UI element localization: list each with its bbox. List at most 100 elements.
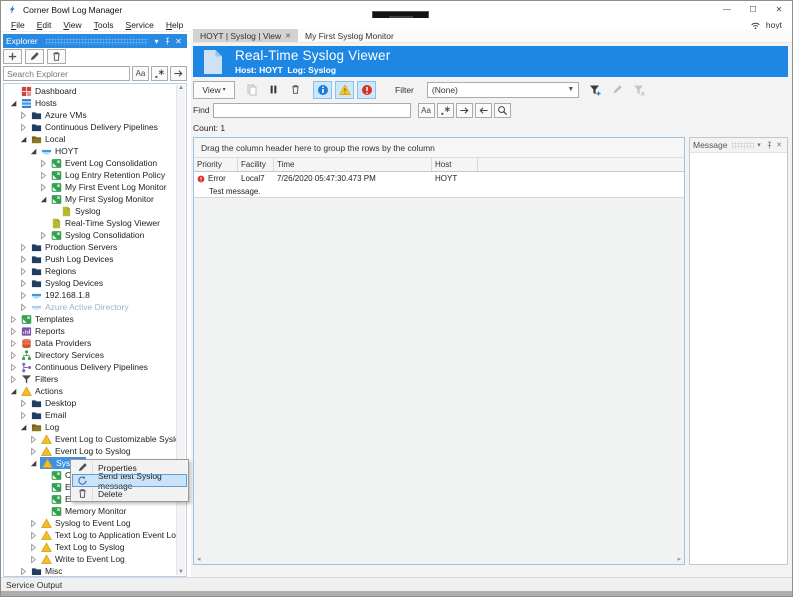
expand-arrow-icon[interactable] bbox=[19, 291, 28, 300]
search-input[interactable] bbox=[3, 66, 130, 81]
match-case-button[interactable]: Aa bbox=[418, 103, 435, 118]
tree-item[interactable]: Production Servers bbox=[5, 241, 176, 253]
expand-arrow-icon[interactable] bbox=[29, 531, 38, 540]
tree-item[interactable]: Write to Event Log bbox=[5, 553, 176, 565]
expand-arrow-icon[interactable] bbox=[9, 375, 18, 384]
expand-arrow-icon[interactable] bbox=[9, 315, 18, 324]
expand-arrow-icon[interactable] bbox=[29, 519, 38, 528]
pin-icon[interactable] bbox=[162, 36, 173, 47]
tree-item[interactable]: Data Providers bbox=[5, 337, 176, 349]
close-panel-icon[interactable]: ✕ bbox=[774, 140, 784, 151]
expand-arrow-icon[interactable] bbox=[39, 159, 48, 168]
add-filter-button[interactable] bbox=[586, 81, 605, 99]
tree-item[interactable]: Event Log to Syslog bbox=[5, 445, 176, 457]
match-case-button[interactable]: Aa bbox=[132, 66, 149, 81]
column-header-priority[interactable]: Priority bbox=[194, 158, 238, 171]
tree-item[interactable]: Syslog to Event Log bbox=[5, 517, 176, 529]
expand-arrow-icon[interactable] bbox=[29, 555, 38, 564]
regex-button[interactable] bbox=[151, 66, 168, 81]
delete-button[interactable] bbox=[47, 49, 66, 64]
collapse-arrow-icon[interactable] bbox=[29, 147, 38, 156]
tree-item[interactable]: Regions bbox=[5, 265, 176, 277]
tree-item[interactable]: Misc bbox=[5, 565, 176, 575]
edit-button[interactable] bbox=[25, 49, 44, 64]
expand-arrow-icon[interactable] bbox=[39, 171, 48, 180]
tree-item[interactable]: Directory Services bbox=[5, 349, 176, 361]
tree-item[interactable]: Email bbox=[5, 409, 176, 421]
context-menu-item[interactable]: Send test Syslog message bbox=[72, 474, 187, 487]
regex-button[interactable] bbox=[437, 103, 454, 118]
collapse-arrow-icon[interactable] bbox=[9, 387, 18, 396]
log-row-message[interactable]: Test message. bbox=[194, 185, 684, 198]
expand-arrow-icon[interactable] bbox=[29, 447, 38, 456]
expand-arrow-icon[interactable] bbox=[9, 351, 18, 360]
pin-icon[interactable] bbox=[764, 140, 774, 151]
tree-item[interactable]: Desktop bbox=[5, 397, 176, 409]
tree-item[interactable]: Memory Monitor bbox=[5, 505, 176, 517]
tree-item[interactable]: Push Log Devices bbox=[5, 253, 176, 265]
clear-button[interactable] bbox=[286, 81, 305, 99]
expand-arrow-icon[interactable] bbox=[39, 231, 48, 240]
close-panel-icon[interactable]: ✕ bbox=[173, 36, 184, 47]
column-header-host[interactable]: Host bbox=[432, 158, 478, 171]
expand-arrow-icon[interactable] bbox=[9, 339, 18, 348]
tab-close-icon[interactable]: ✕ bbox=[285, 32, 291, 40]
view-dropdown-button[interactable]: View▾ bbox=[193, 81, 235, 99]
find-input[interactable] bbox=[213, 103, 411, 118]
group-by-bar[interactable]: Drag the column header here to group the… bbox=[194, 138, 684, 158]
tree-item[interactable]: Event Log Consolidation bbox=[5, 157, 176, 169]
tab-0[interactable]: HOYT | Syslog | View✕ bbox=[193, 29, 298, 42]
tree-item[interactable]: Log Entry Retention Policy bbox=[5, 169, 176, 181]
tree-item[interactable]: Syslog bbox=[5, 205, 176, 217]
column-header-time[interactable]: Time bbox=[274, 158, 432, 171]
tree-item[interactable]: Continuous Delivery Pipelines bbox=[5, 121, 176, 133]
edit-filter-button[interactable] bbox=[608, 81, 627, 99]
find-next-button[interactable] bbox=[456, 103, 473, 118]
context-menu-item[interactable]: Delete bbox=[72, 487, 187, 500]
expand-arrow-icon[interactable] bbox=[29, 435, 38, 444]
expand-arrow-icon[interactable] bbox=[39, 183, 48, 192]
search-button[interactable] bbox=[494, 103, 511, 118]
tree-item[interactable]: Reports bbox=[5, 325, 176, 337]
expand-arrow-icon[interactable] bbox=[19, 123, 28, 132]
tree-item[interactable]: Azure VMs bbox=[5, 109, 176, 121]
expand-arrow-icon[interactable] bbox=[19, 111, 28, 120]
collapse-arrow-icon[interactable] bbox=[19, 135, 28, 144]
grid-hscrollbar[interactable]: ◂▸ bbox=[194, 553, 684, 564]
collapse-arrow-icon[interactable] bbox=[29, 459, 38, 468]
copy-button[interactable] bbox=[242, 81, 261, 99]
show-error-toggle[interactable] bbox=[357, 81, 376, 99]
tree-item[interactable]: My First Syslog Monitor bbox=[5, 193, 176, 205]
expand-arrow-icon[interactable] bbox=[19, 267, 28, 276]
tree-item[interactable]: Text Log to Application Event Log bbox=[5, 529, 176, 541]
expand-arrow-icon[interactable] bbox=[19, 567, 28, 576]
tree-item[interactable]: HOYT bbox=[5, 145, 176, 157]
tree-item[interactable]: Syslog Devices bbox=[5, 277, 176, 289]
tree-item[interactable]: Hosts bbox=[5, 97, 176, 109]
tree-item[interactable]: Continuous Delivery Pipelines bbox=[5, 361, 176, 373]
maximize-button[interactable]: ☐ bbox=[740, 1, 766, 18]
panel-menu-icon[interactable]: ▾ bbox=[151, 36, 162, 47]
tree-item[interactable]: Real-Time Syslog Viewer bbox=[5, 217, 176, 229]
collapse-arrow-icon[interactable] bbox=[39, 195, 48, 204]
find-prev-button[interactable] bbox=[475, 103, 492, 118]
tab-1[interactable]: My First Syslog Monitor bbox=[298, 29, 401, 42]
tree-item[interactable]: Azure Active Directory bbox=[5, 301, 176, 313]
tree-item[interactable]: Local bbox=[5, 133, 176, 145]
tree-item[interactable]: 192.168.1.8 bbox=[5, 289, 176, 301]
expand-arrow-icon[interactable] bbox=[19, 255, 28, 264]
expand-arrow-icon[interactable] bbox=[19, 279, 28, 288]
add-button[interactable] bbox=[3, 49, 22, 64]
tree-item[interactable]: Text Log to Syslog bbox=[5, 541, 176, 553]
expand-arrow-icon[interactable] bbox=[29, 543, 38, 552]
show-info-toggle[interactable] bbox=[313, 81, 332, 99]
expand-arrow-icon[interactable] bbox=[19, 411, 28, 420]
tree-item[interactable]: Event Log to Customizable Syslog bbox=[5, 433, 176, 445]
expand-arrow-icon[interactable] bbox=[19, 399, 28, 408]
collapse-arrow-icon[interactable] bbox=[19, 423, 28, 432]
pause-button[interactable] bbox=[264, 81, 283, 99]
tree-item[interactable]: Templates bbox=[5, 313, 176, 325]
tree-item[interactable]: Syslog Consolidation bbox=[5, 229, 176, 241]
tree-item[interactable]: My First Event Log Monitor bbox=[5, 181, 176, 193]
expand-arrow-icon[interactable] bbox=[9, 327, 18, 336]
